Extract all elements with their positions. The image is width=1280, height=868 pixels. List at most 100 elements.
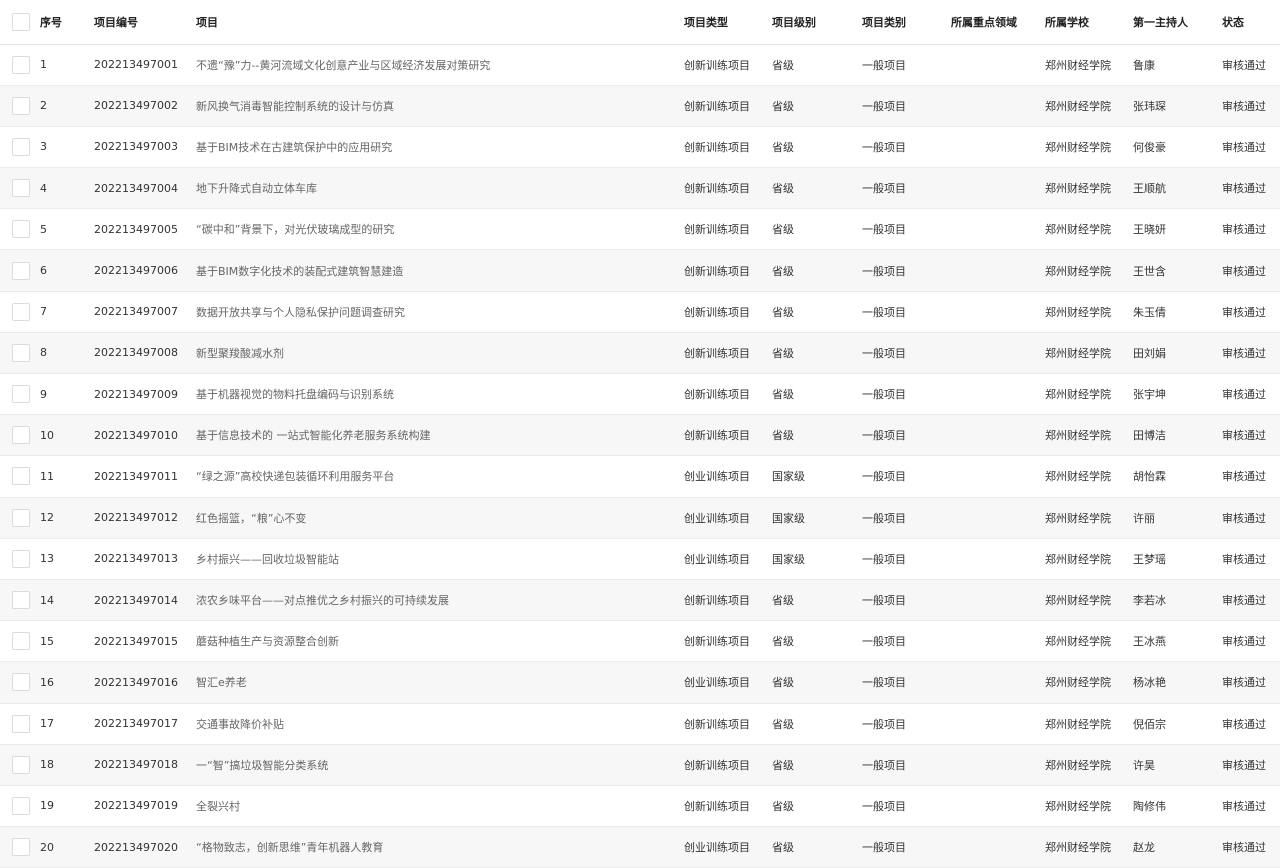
row-checkbox[interactable] [12, 549, 30, 568]
project-category: 一般项目 [862, 579, 951, 622]
project-name: 浓农乡味平台——对点推优之乡村振兴的可持续发展 [196, 579, 684, 622]
row-select-cell [0, 497, 40, 539]
row-checkbox[interactable] [12, 261, 30, 280]
row-checkbox[interactable] [12, 796, 30, 815]
school-name: 郑州财经学院 [1045, 579, 1133, 622]
row-index: 15 [40, 620, 94, 663]
key-field [951, 208, 1045, 251]
status-text: 审核通过 [1222, 579, 1280, 622]
row-checkbox[interactable] [12, 508, 30, 527]
project-level: 省级 [772, 249, 862, 292]
project-category: 一般项目 [862, 538, 951, 580]
status-text: 审核通过 [1222, 332, 1280, 375]
project-name: 一“智”搞垃圾智能分类系统 [196, 744, 684, 786]
table-row[interactable]: 4 202213497004 地下升降式自动立体车库 创新训练项目 省级 一般项目 郑州财经… [0, 167, 1280, 210]
project-level: 省级 [772, 826, 862, 868]
row-checkbox[interactable] [12, 755, 30, 774]
table-row[interactable]: 15 202213497015 蘑菇种植生产与资源整合创新 创新训练项目 省级 一般项目 郑… [0, 620, 1280, 663]
row-checkbox[interactable] [12, 714, 30, 733]
row-select-cell [0, 703, 40, 745]
status-text: 审核通过 [1222, 208, 1280, 251]
first-host: 许昊 [1133, 744, 1222, 786]
select-all-checkbox[interactable] [12, 12, 30, 31]
project-level: 省级 [772, 661, 862, 704]
row-index: 1 [40, 44, 94, 86]
project-code: 202213497006 [94, 249, 196, 292]
project-name: 不遗“豫”力--黄河流域文化创意产业与区域经济发展对策研究 [196, 44, 684, 86]
row-select-cell [0, 167, 40, 210]
row-checkbox[interactable] [12, 385, 30, 404]
table-row[interactable]: 7 202213497007 数据开放共享与个人隐私保护问题调查研究 创新训练项目 省级… [0, 291, 1280, 333]
school-name: 郑州财经学院 [1045, 208, 1133, 251]
row-checkbox[interactable] [12, 591, 30, 610]
table-row[interactable]: 5 202213497005 “碳中和”背景下，对光伏玻璃成型的研究 创新训练项目 省级… [0, 208, 1280, 251]
table-row[interactable]: 16 202213497016 智汇e养老 创业训练项目 省级 一般项目 郑州财经学院 杨冰艳… [0, 661, 1280, 704]
table-row[interactable]: 17 202213497017 交通事故降价补贴 创新训练项目 省级 一般项目 郑州财经学院… [0, 703, 1280, 745]
project-name: 新型聚羧酸减水剂 [196, 332, 684, 375]
key-field [951, 291, 1045, 333]
status-text: 审核通过 [1222, 126, 1280, 169]
table-row[interactable]: 14 202213497014 浓农乡味平台——对点推优之乡村振兴的可持续发展 创新训… [0, 579, 1280, 622]
table-row[interactable]: 9 202213497009 基于机器视觉的物料托盘编码与识别系统 创新训练项目 省级一… [0, 373, 1280, 416]
status-text: 审核通过 [1222, 455, 1280, 498]
status-text: 审核通过 [1222, 744, 1280, 786]
table-row[interactable]: 13 202213497013 乡村振兴——回收垃圾智能站 创业训练项目 国家级 一般项目… [0, 538, 1280, 580]
row-index: 10 [40, 414, 94, 457]
row-checkbox[interactable] [12, 55, 30, 74]
table-row[interactable]: 10 202213497010 基于信息技术的 一站式智能化养老服务系统构建 创新训练… [0, 414, 1280, 457]
row-checkbox[interactable] [12, 838, 30, 857]
school-name: 郑州财经学院 [1045, 455, 1133, 498]
row-index: 12 [40, 497, 94, 539]
row-select-cell [0, 44, 40, 86]
row-index: 2 [40, 85, 94, 127]
project-code: 202213497004 [94, 167, 196, 210]
project-category: 一般项目 [862, 291, 951, 333]
first-host: 许丽 [1133, 497, 1222, 539]
row-checkbox[interactable] [12, 137, 30, 156]
project-name: 乡村振兴——回收垃圾智能站 [196, 538, 684, 580]
table-row[interactable]: 8 202213497008 新型聚羧酸减水剂 创新训练项目 省级 一般项目 郑州财经学院田… [0, 332, 1280, 375]
project-name: 地下升降式自动立体车库 [196, 167, 684, 210]
row-checkbox[interactable] [12, 632, 30, 651]
project-type: 创业训练项目 [684, 538, 772, 580]
key-field [951, 497, 1045, 539]
status-text: 审核通过 [1222, 249, 1280, 292]
project-level: 国家级 [772, 538, 862, 580]
row-select-cell [0, 455, 40, 498]
project-category: 一般项目 [862, 85, 951, 127]
table-row[interactable]: 6 202213497006 基于BIM数字化技术的装配式建筑智慧建造 创新训练项目省… [0, 249, 1280, 292]
row-checkbox[interactable] [12, 220, 30, 239]
row-checkbox[interactable] [12, 467, 30, 486]
table-row[interactable]: 1 202213497001 不遗“豫”力--黄河流域文化创意产业与区域经济发展对策… [0, 44, 1280, 86]
key-field [951, 414, 1045, 457]
key-field [951, 373, 1045, 416]
table-row[interactable]: 18 202213497018 一“智”搞垃圾智能分类系统 创新训练项目 省级 一般项目 郑… [0, 744, 1280, 786]
project-code: 202213497020 [94, 826, 196, 868]
row-checkbox[interactable] [12, 426, 30, 445]
row-checkbox[interactable] [12, 673, 30, 692]
table-row[interactable]: 12 202213497012 红色摇篮，“粮”心不变 创业训练项目 国家级 一般项目 郑州… [0, 497, 1280, 539]
header-school: 所属学校 [1045, 0, 1133, 45]
key-field [951, 249, 1045, 292]
row-checkbox[interactable] [12, 302, 30, 321]
first-host: 朱玉倩 [1133, 291, 1222, 333]
project-type: 创新训练项目 [684, 620, 772, 663]
project-code: 202213497009 [94, 373, 196, 416]
table-row[interactable]: 19 202213497019 全裂兴村 创新训练项目 省级 一般项目 郑州财经学院 陶修伟审… [0, 785, 1280, 828]
row-checkbox[interactable] [12, 343, 30, 362]
row-index: 18 [40, 744, 94, 786]
project-name: “碳中和”背景下，对光伏玻璃成型的研究 [196, 208, 684, 251]
row-checkbox[interactable] [12, 96, 30, 115]
table-row[interactable]: 20 202213497020 “格物致志，创新思维”青年机器人教育 创业训练项目 省级… [0, 826, 1280, 868]
row-select-cell [0, 249, 40, 292]
first-host: 陶修伟 [1133, 785, 1222, 828]
row-checkbox[interactable] [12, 179, 30, 198]
row-index: 19 [40, 785, 94, 828]
key-field [951, 785, 1045, 828]
table-row[interactable]: 2 202213497002 新风换气消毒智能控制系统的设计与仿真 创新训练项目 省级一… [0, 85, 1280, 127]
row-index: 17 [40, 703, 94, 745]
project-level: 省级 [772, 703, 862, 745]
table-row[interactable]: 3 202213497003 基于BIM技术在古建筑保护中的应用研究 创新训练项目 省级… [0, 126, 1280, 169]
table-row[interactable]: 11 202213497011 “绿之源”高校快递包装循环利用服务平台 创业训练项目国… [0, 455, 1280, 498]
header-key-field: 所属重点领域 [951, 0, 1045, 45]
